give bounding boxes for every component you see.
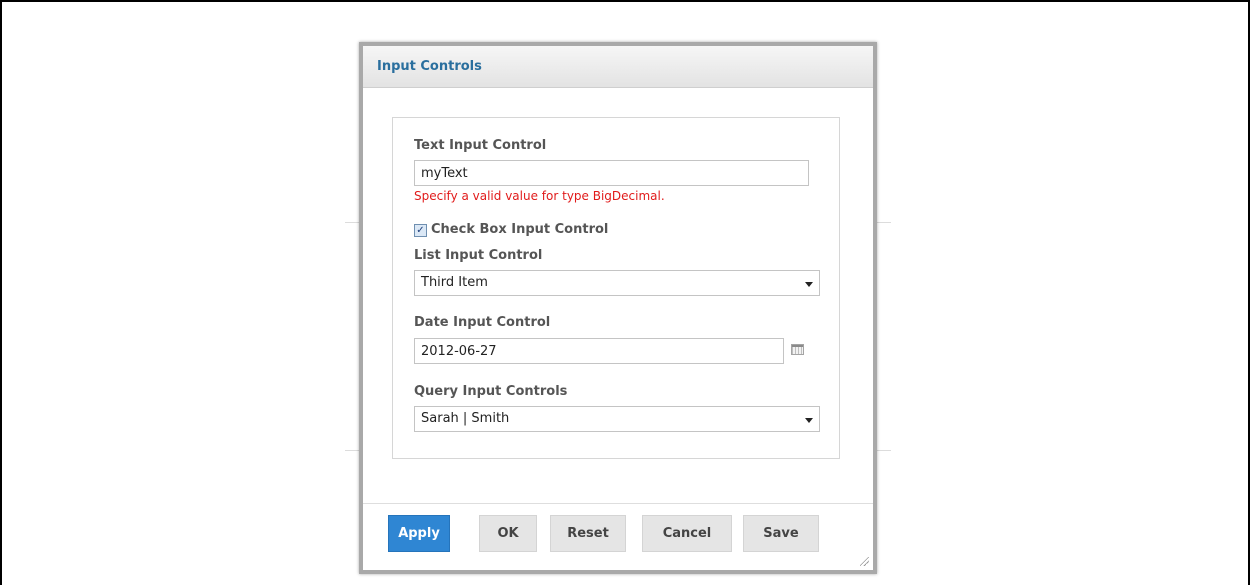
text-input-label: Text Input Control xyxy=(414,138,547,153)
dialog-header[interactable]: Input Controls xyxy=(363,46,873,88)
ok-button[interactable]: OK xyxy=(479,515,537,552)
background-divider-left xyxy=(345,222,359,223)
date-input-field[interactable] xyxy=(414,338,784,364)
background-divider-right xyxy=(877,222,891,223)
cancel-button[interactable]: Cancel xyxy=(642,515,732,552)
query-input-value: Sarah | Smith xyxy=(421,411,510,426)
dialog-title: Input Controls xyxy=(377,59,482,74)
list-input-value: Third Item xyxy=(421,275,488,290)
resize-grip-icon[interactable] xyxy=(860,557,869,566)
text-input-field[interactable] xyxy=(414,160,809,186)
chevron-down-icon xyxy=(805,282,813,287)
background-divider-right-lower xyxy=(877,450,891,451)
input-controls-panel: Text Input Control Specify a valid value… xyxy=(392,117,840,459)
input-controls-dialog: Input Controls Text Input Control Specif… xyxy=(359,42,877,574)
list-input-label: List Input Control xyxy=(414,248,543,263)
check-box-label[interactable]: Check Box Input Control xyxy=(431,222,608,237)
query-input-label: Query Input Controls xyxy=(414,384,568,399)
background-divider-left-lower xyxy=(345,450,359,451)
text-input-error: Specify a valid value for type BigDecima… xyxy=(414,189,665,203)
reset-button[interactable]: Reset xyxy=(550,515,626,552)
list-input-select[interactable]: Third Item xyxy=(414,270,820,296)
save-button[interactable]: Save xyxy=(743,515,819,552)
footer-divider xyxy=(363,503,873,504)
date-input-label: Date Input Control xyxy=(414,315,551,330)
query-input-select[interactable]: Sarah | Smith xyxy=(414,406,820,432)
apply-button[interactable]: Apply xyxy=(388,515,450,552)
chevron-down-icon xyxy=(805,418,813,423)
check-box-input[interactable]: ✓ xyxy=(414,224,427,237)
calendar-icon[interactable] xyxy=(791,344,804,355)
